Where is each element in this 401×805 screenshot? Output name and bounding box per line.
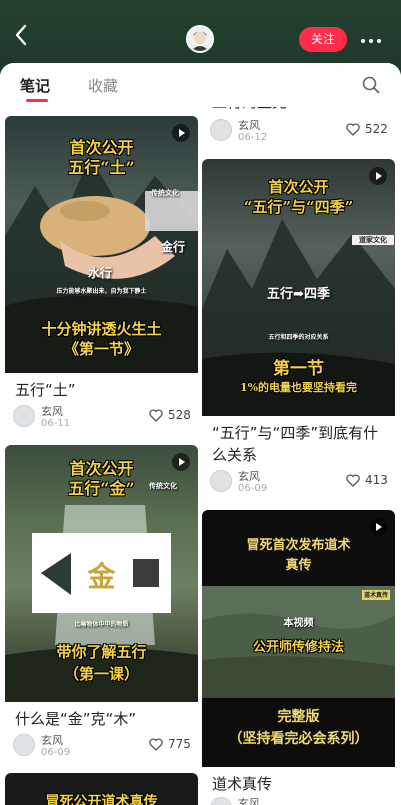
- author-name: 玄风: [238, 119, 260, 132]
- author-name: 玄风: [238, 797, 260, 805]
- note-meta: 玄风 06-09 775: [5, 730, 198, 762]
- note-date: 06-12: [238, 132, 268, 143]
- author-avatar: [13, 405, 35, 427]
- author-avatar: [210, 470, 232, 492]
- cover-center-glyph: 金: [87, 560, 116, 593]
- note-title: “五行”与“四季”到底有什么关系: [212, 424, 379, 464]
- note-cover-image: 冒死公开道术真传: [5, 773, 198, 805]
- heart-icon[interactable]: [346, 474, 360, 487]
- note-title: 什么是“金”克“木”: [15, 710, 137, 728]
- note-cover-image: 首次公开 “五行”与“四季” 道家文化 五行➡四季 五行和四季的对应关系 第一节…: [202, 159, 395, 416]
- cover-caption-bottom: 完整版 （坚持看完必会系列）: [228, 709, 369, 747]
- like-count: 775: [168, 737, 191, 751]
- tab-bar: 笔记 收藏: [0, 63, 401, 107]
- cover-mid-text: 本视频: [283, 618, 314, 629]
- note-meta: 玄风 06-09 413: [202, 466, 395, 498]
- cover-caption-bottom: 带你了解五行 （第一课）: [56, 643, 147, 683]
- note-card[interactable]: 首次公开 五行“金” 传统文化 金 比喻物体中中的物质 带你了解五行 （第一课）…: [5, 445, 198, 767]
- note-meta: 玄风 06-12 522: [202, 115, 395, 147]
- more-icon: [361, 39, 381, 43]
- note-title: 五行“土”: [15, 381, 76, 399]
- cover-small-text: 比喻物体中中的物质: [74, 621, 129, 628]
- note-meta: 玄风 06-11 528: [5, 401, 198, 433]
- cover-mid-text: 五行➡四季: [267, 287, 330, 302]
- cover-label: 金行: [160, 240, 185, 254]
- search-button[interactable]: [362, 76, 380, 94]
- like-count: 413: [365, 473, 388, 487]
- like-count: 528: [168, 408, 191, 422]
- cover-tag: 传统文化: [149, 481, 177, 490]
- cover-small-text: 五行和四季的对应关系: [268, 334, 329, 341]
- note-card[interactable]: 首次公开 五行“土” 传统文化 金行 水行 压力能够水聚出来，自为我下静土 十分…: [5, 116, 198, 438]
- author-name: 玄风: [238, 470, 260, 483]
- back-button[interactable]: [14, 24, 34, 46]
- note-date: 06-09: [238, 483, 268, 494]
- note-cover-image: 首次公开 五行“金” 传统文化 金 比喻物体中中的物质 带你了解五行 （第一课）: [5, 445, 198, 702]
- tab-favorites[interactable]: 收藏: [88, 75, 118, 96]
- cover-tag: 道家文化: [352, 235, 394, 245]
- note-card[interactable]: 冒死首次发布道术 真传 道术真传 本视频 公开师传修持法 完整版 （坚持看完必会…: [202, 510, 395, 805]
- cover-label: 水行: [87, 266, 112, 280]
- like-count: 522: [365, 122, 388, 136]
- heart-icon[interactable]: [346, 123, 360, 136]
- note-cover-image: 冒死首次发布道术 真传 道术真传 本视频 公开师传修持法 完整版 （坚持看完必会…: [202, 510, 395, 767]
- more-options-button[interactable]: [360, 28, 382, 49]
- cover-tag: 道术真传: [363, 592, 388, 599]
- note-date: 06-09: [41, 747, 71, 758]
- note-date: 06-11: [41, 418, 71, 429]
- heart-icon[interactable]: [149, 409, 163, 422]
- cover-caption: 冒死公开道术真传: [45, 794, 158, 805]
- author-name: 玄风: [41, 734, 63, 747]
- search-icon: [362, 76, 380, 94]
- cover-caption-bottom: 第一节 1%的电量也要坚持看完: [239, 359, 358, 394]
- cover-tag: 传统文化: [151, 188, 179, 197]
- cover-caption: 首次公开 五行“土”: [68, 138, 135, 177]
- heart-icon[interactable]: [149, 738, 163, 751]
- notes-panel: 笔记 收藏 首次公开 五行“土” 传统文化 金行 水行 压力能够水聚出来，自为我…: [0, 63, 401, 805]
- back-arrow-icon: [15, 24, 27, 46]
- cover-caption: 首次公开 “五行”与“四季”: [243, 178, 354, 216]
- cover-caption-bottom: 十分钟讲透火生土 《第一节》: [41, 320, 162, 358]
- active-tab-indicator: [26, 99, 48, 102]
- note-title: 道术真传: [212, 775, 273, 793]
- top-bar: 关注: [0, 0, 401, 64]
- cover-caption: 冒死首次发布道术 真传: [246, 538, 351, 573]
- author-avatar: [210, 797, 232, 805]
- cover-caption: 首次公开 五行“金”: [68, 459, 135, 498]
- cover-mid-text-2: 公开师传修持法: [252, 640, 344, 655]
- author-avatar: [13, 734, 35, 756]
- note-meta: 玄风: [202, 795, 395, 805]
- author-name: 玄风: [41, 405, 63, 418]
- cover-small-text: 压力能够水聚出来，自为我下静土: [56, 288, 147, 295]
- video-play-icon: [369, 518, 387, 536]
- note-card[interactable]: 冒死公开道术真传: [5, 773, 198, 805]
- author-avatar[interactable]: [186, 25, 214, 53]
- tab-notes[interactable]: 笔记: [20, 75, 50, 96]
- author-avatar: [210, 119, 232, 141]
- follow-button[interactable]: 关注: [299, 27, 347, 52]
- note-cover-image: 首次公开 五行“土” 传统文化 金行 水行 压力能够水聚出来，自为我下静土 十分…: [5, 116, 198, 373]
- note-card[interactable]: 首次公开 “五行”与“四季” 道家文化 五行➡四季 五行和四季的对应关系 第一节…: [202, 159, 395, 499]
